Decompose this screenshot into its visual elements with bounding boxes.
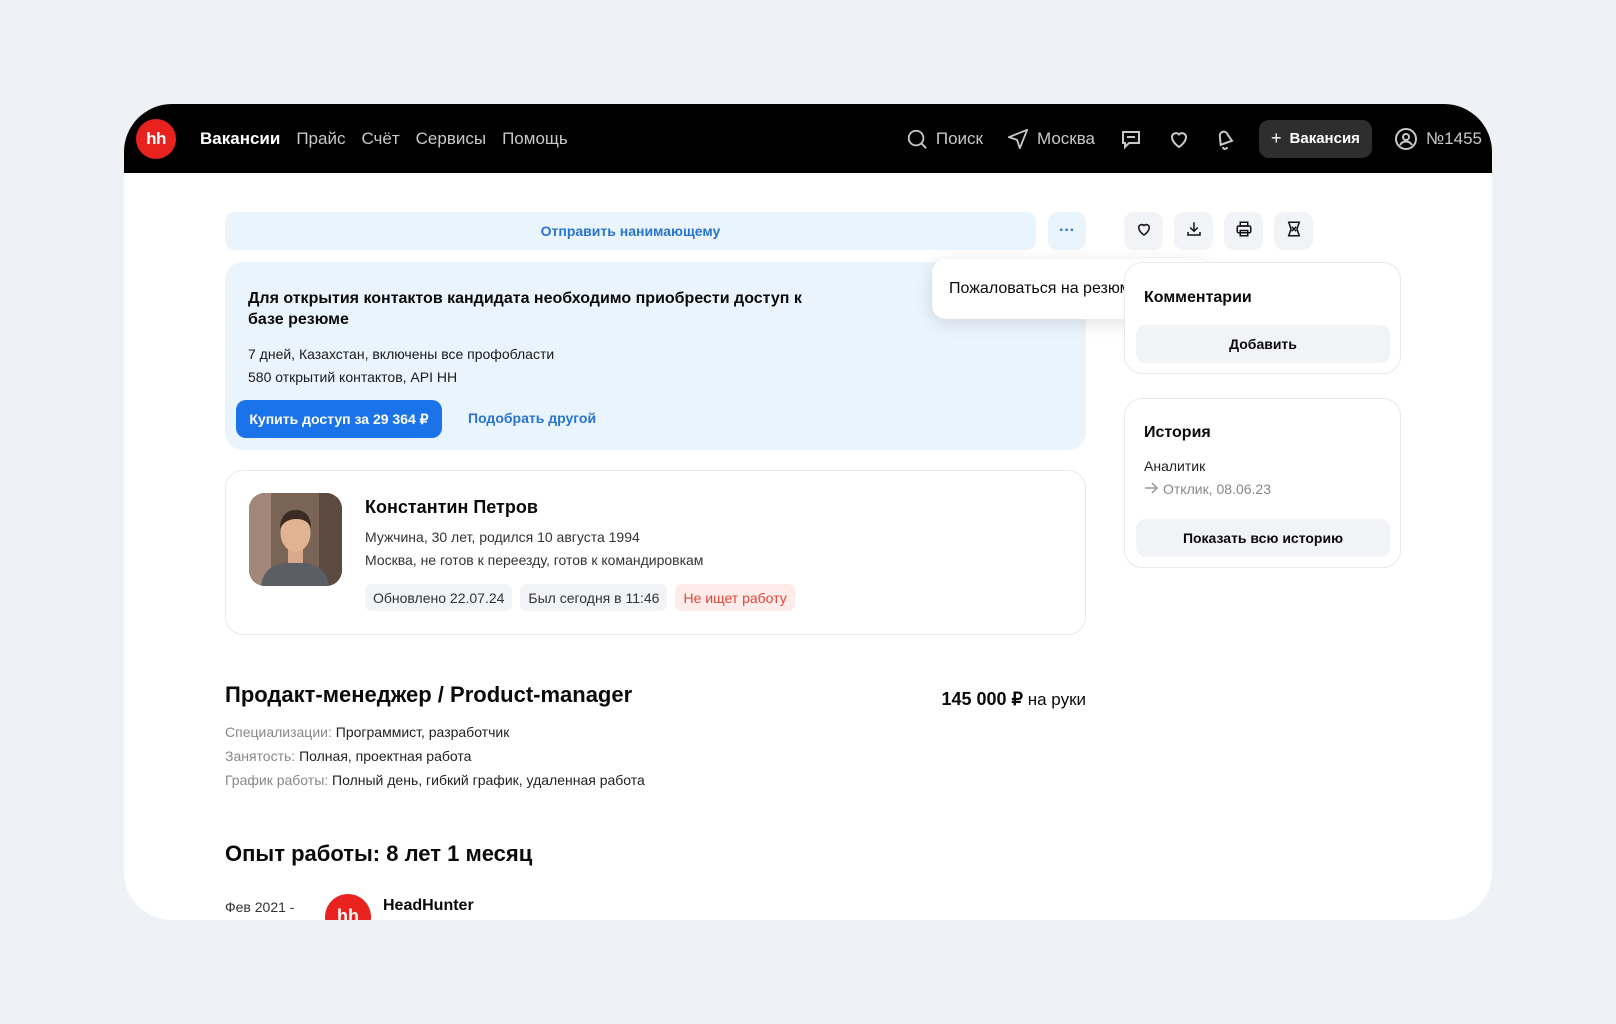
show-all-history-button[interactable]: Показать всю историю [1136,519,1390,557]
salary-suffix: на руки [1027,690,1086,709]
candidate-card: Константин Петров Мужчина, 30 лет, родил… [225,470,1086,635]
account-menu[interactable]: №1455 [1394,127,1482,151]
candidate-name: Константин Петров [365,497,538,517]
history-role: Аналитик [1144,458,1206,474]
search-button[interactable]: Поиск [906,128,983,150]
print-button[interactable] [1224,212,1263,250]
candidate-personal-info: Мужчина, 30 лет, родился 10 августа 1994 [365,529,640,545]
top-navbar: hh Вакансии Прайс Счёт Сервисы Помощь По… [124,104,1492,173]
download-button[interactable] [1174,212,1213,250]
company-logo: hh [325,894,371,920]
search-icon [906,128,928,150]
last-seen-badge: Был сегодня в 11:46 [520,584,668,611]
access-detail-line: 7 дней, Казахстан, включены все профобла… [248,346,555,362]
avatar [249,493,342,586]
company-name[interactable]: HeadHunter [383,897,474,915]
create-vacancy-button[interactable]: + Вакансия [1259,119,1372,158]
nav-right: Поиск Москва + Вакансия №1455 [906,119,1482,158]
main-nav: Вакансии Прайс Счёт Сервисы Помощь [200,129,568,149]
download-icon [1185,220,1203,243]
plus-icon: + [1271,128,1282,148]
salary: 145 000 ₽ на руки [941,689,1086,710]
schedule-value: Полный день, гибкий график, удаленная ра… [332,772,645,788]
account-label: №1455 [1425,128,1482,148]
candidate-location-info: Москва, не готов к переезду, готов к ком… [365,552,704,568]
chat-icon[interactable] [1119,127,1143,151]
location-arrow-icon [1007,128,1029,150]
send-to-hiring-manager-button[interactable]: Отправить нанимающему [225,212,1036,250]
heart-icon[interactable] [1167,127,1191,151]
arrow-right-icon [1144,481,1159,497]
specialization-value: Программист, разработчик [335,724,510,740]
specialization-label: Специализации: [225,724,332,740]
hh-logo[interactable]: hh [136,118,176,159]
resume-title: Продакт-менеджер / Product-manager [225,682,633,707]
employment-value: Полная, проектная работа [299,748,472,764]
access-detail-line: 580 открытий контактов, API HH [248,369,458,385]
experience-title: Опыт работы: 8 лет 1 месяц [225,841,533,866]
share-icon [1285,220,1303,243]
share-button[interactable] [1274,212,1313,250]
user-icon [1394,127,1418,151]
comments-title: Комментарии [1144,289,1252,306]
employment-row: Занятость: Полная, проектная работа [225,748,471,764]
experience-date: Фев 2021 - [225,899,295,915]
more-options-button[interactable]: ··· [1048,212,1086,250]
nav-vacancies[interactable]: Вакансии [200,129,280,149]
search-label: Поиск [935,128,983,148]
updated-badge: Обновлено 22.07.24 [365,584,513,611]
specialization-row: Специализации: Программист, разработчик [225,724,509,740]
bell-icon[interactable] [1213,127,1237,151]
access-details: 7 дней, Казахстан, включены все профобла… [248,343,554,389]
history-response: Отклик, 08.06.23 [1144,481,1271,497]
printer-icon [1235,220,1253,243]
history-card: История Аналитик Отклик, 08.06.23 Показа… [1124,398,1401,568]
app-window: hh Вакансии Прайс Счёт Сервисы Помощь По… [124,104,1492,920]
candidate-tags: Обновлено 22.07.24 Был сегодня в 11:46 Н… [365,584,795,611]
access-title: Для открытия контактов кандидата необход… [248,290,802,328]
nav-services[interactable]: Сервисы [416,129,486,149]
salary-amount: 145 000 ₽ [941,689,1023,709]
nav-account-bill[interactable]: Счёт [361,129,399,149]
employment-label: Занятость: [225,748,296,764]
nav-price[interactable]: Прайс [296,129,345,149]
nav-help[interactable]: Помощь [502,129,568,149]
history-response-text: Отклик, 08.06.23 [1163,481,1271,497]
schedule-label: График работы: [225,772,329,788]
city-button[interactable]: Москва [1007,128,1095,150]
resume-actions [1124,212,1313,250]
heart-icon [1135,220,1153,243]
create-vacancy-label: Вакансия [1289,130,1360,147]
add-comment-button[interactable]: Добавить [1136,325,1390,363]
history-title: История [1144,424,1211,441]
city-label: Москва [1036,128,1096,148]
comments-card: Комментарии Добавить [1124,262,1401,374]
schedule-row: График работы: Полный день, гибкий графи… [225,772,645,788]
report-label: Пожаловаться на резюме [949,280,1140,297]
pick-another-link[interactable]: Подобрать другой [468,410,596,426]
favorite-button[interactable] [1124,212,1163,250]
status-badge: Не ищет работу [675,584,795,611]
buy-access-button[interactable]: Купить доступ за 29 364 ₽ [236,400,442,438]
